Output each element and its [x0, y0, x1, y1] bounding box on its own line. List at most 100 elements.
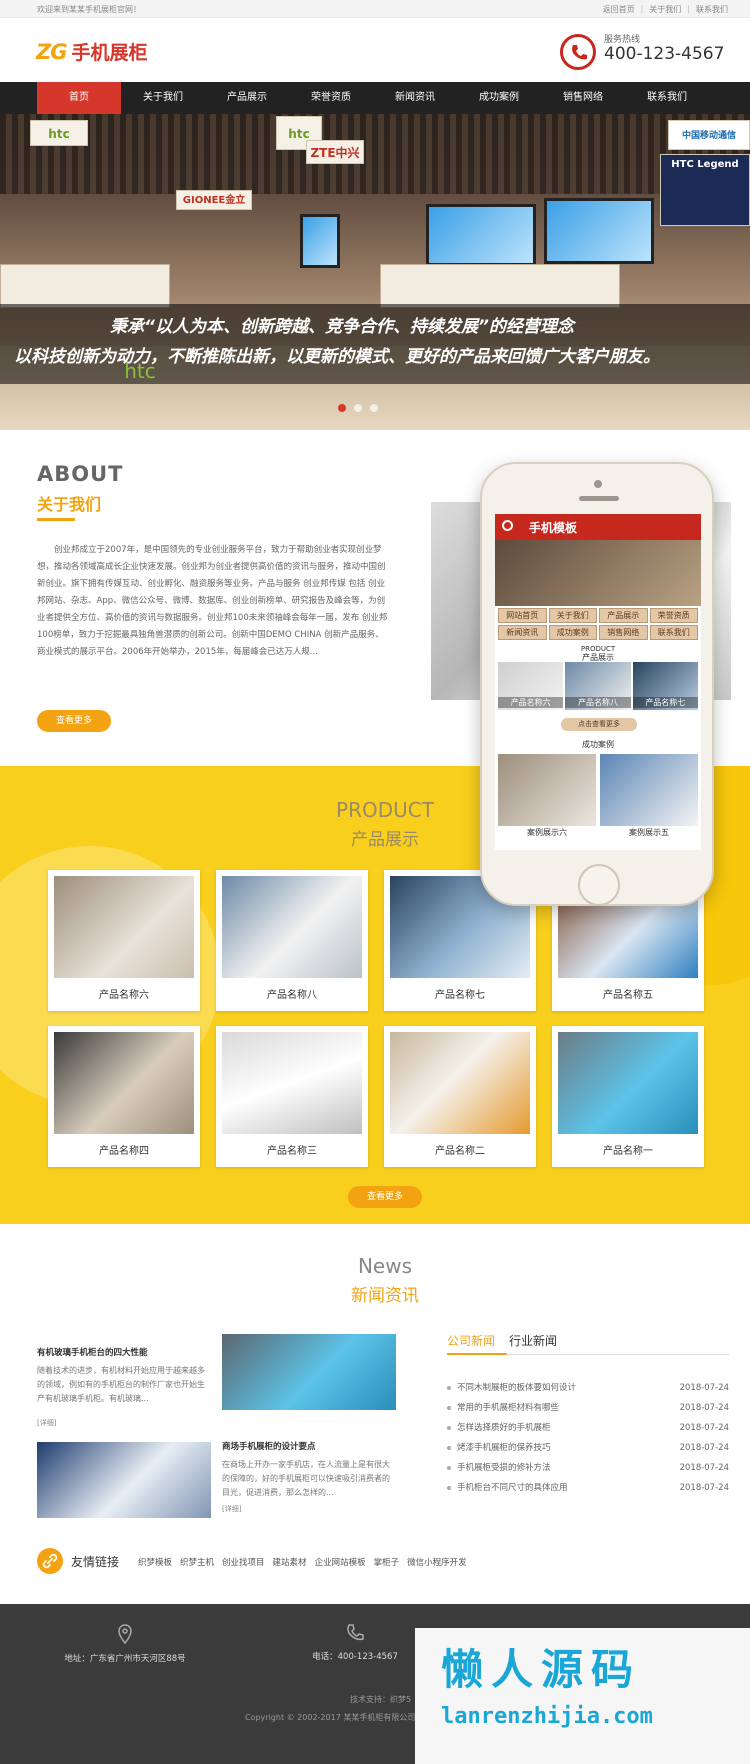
mobile-product-name: 产品名称七: [632, 697, 698, 708]
main-nav: 首页 关于我们 产品展示 荣誉资质 新闻资讯 成功案例 销售网络 联系我们: [0, 82, 750, 114]
mobile-product[interactable]: 产品名称八: [565, 662, 631, 710]
top-link-about[interactable]: 关于我们: [649, 4, 681, 15]
mobile-nav-item[interactable]: 成功案例: [548, 625, 597, 640]
link-icon: [37, 1548, 63, 1574]
logo-mark: ZG: [36, 39, 67, 64]
nav-item-about[interactable]: 关于我们: [121, 82, 205, 114]
product-name: 产品名称五: [603, 990, 653, 1001]
about-title-en: ABOUT: [37, 462, 124, 486]
news-item-title: 不同木制展柜的板体要如何设计: [457, 1383, 577, 1393]
mobile-case[interactable]: 案例展示六: [498, 754, 596, 837]
product-card[interactable]: 产品名称一: [552, 1026, 704, 1167]
nav-item-sales[interactable]: 销售网络: [541, 82, 625, 114]
product-card[interactable]: 产品名称六: [48, 870, 200, 1011]
friend-link[interactable]: 建站素材: [273, 1556, 307, 1568]
tab-industry-news[interactable]: 行业新闻: [509, 1332, 557, 1349]
nav-item-contact[interactable]: 联系我们: [625, 82, 709, 114]
news-image[interactable]: [222, 1334, 396, 1410]
friend-link[interactable]: 企业网站模板: [315, 1556, 366, 1568]
product-image: [54, 876, 194, 978]
nav-item-cases[interactable]: 成功案例: [457, 82, 541, 114]
mobile-nav-item[interactable]: 销售网络: [599, 625, 648, 640]
address-text: 地址：广东省广州市天河区88号: [64, 1654, 186, 1664]
friend-link[interactable]: 织梦模板: [138, 1556, 172, 1568]
news-list-item[interactable]: 手机柜台不同尺寸的具体应用 2018-07-24: [447, 1478, 729, 1498]
product-name: 产品名称一: [603, 1146, 653, 1157]
news-list-item[interactable]: 烤漆手机展柜的保养技巧 2018-07-24: [447, 1438, 729, 1458]
slide-dot[interactable]: [354, 404, 362, 412]
mobile-nav-item[interactable]: 网站首页: [498, 608, 547, 623]
news-summary: 在商场上开办一家手机店，在人流量上是有很大的保障的，好的手机展柜可以快速吸引消费…: [222, 1460, 390, 1497]
news-headline[interactable]: 有机玻璃手机柜台的四大性能: [37, 1346, 148, 1358]
divider: |: [687, 4, 690, 13]
news-list-item[interactable]: 常用的手机展柜材料有哪些 2018-07-24: [447, 1398, 729, 1418]
mobile-nav-item[interactable]: 新闻资讯: [498, 625, 547, 640]
nav-item-honors[interactable]: 荣誉资质: [289, 82, 373, 114]
news-title-cn: 新闻资讯: [351, 1286, 419, 1306]
top-link-contact[interactable]: 联系我们: [696, 4, 728, 15]
hotline-number: 400-123-4567: [604, 44, 725, 64]
phone-text: 电话：400-123-4567: [312, 1652, 398, 1662]
page: 欢迎来到某某手机展柜官网！ 返回首页 | 关于我们 | 联系我们 ZG 手机展柜…: [0, 0, 750, 1764]
mobile-product[interactable]: 产品名称七: [632, 662, 698, 710]
banner-sign: ZTE中兴: [306, 140, 364, 164]
news-list-item[interactable]: 手机展柜受损的修补方法 2018-07-24: [447, 1458, 729, 1478]
display-screen: [544, 198, 654, 264]
mobile-more-button[interactable]: 点击查看更多: [561, 718, 637, 731]
friend-link[interactable]: 微信小程序开发: [407, 1556, 467, 1568]
slide-dot[interactable]: [338, 404, 346, 412]
nav-item-home[interactable]: 首页: [37, 82, 121, 114]
news-detail-link[interactable]: [详细]: [37, 1418, 56, 1428]
mobile-nav-item[interactable]: 关于我们: [548, 608, 597, 623]
hero-banner[interactable]: htc htc ZTE中兴 GIONEE金立 HTC Legend 中国移动通信…: [0, 114, 750, 430]
display-screen: [426, 204, 536, 266]
news-summary: 随着技术的进步，有机材料开始应用于越来越多的领域，例如有的手机柜台的制作厂家也开…: [37, 1366, 205, 1403]
news-section: News 新闻资讯 有机玻璃手机柜台的四大性能 随着技术的进步，有机材料开始应用…: [0, 1224, 750, 1518]
tab-underline: [447, 1353, 729, 1355]
search-icon[interactable]: [502, 520, 513, 531]
friend-link[interactable]: 创业找项目: [222, 1556, 265, 1568]
mobile-nav-item[interactable]: 联系我们: [649, 625, 698, 640]
news-list-item[interactable]: 不同木制展柜的板体要如何设计 2018-07-24: [447, 1378, 729, 1398]
footer-phone: 电话：400-123-4567: [290, 1624, 420, 1662]
nav-item-products[interactable]: 产品展示: [205, 82, 289, 114]
mobile-case-name: 案例展示五: [629, 828, 669, 837]
mobile-case[interactable]: 案例展示五: [600, 754, 698, 837]
phone-icon: [347, 1624, 364, 1641]
mobile-preview: 手机模板 网站首页 关于我们 产品展示 荣誉资质 新闻资讯 成功案例 销售网络 …: [480, 462, 714, 906]
news-item-date: 2018-07-24: [679, 1383, 729, 1393]
banner-ceiling: [0, 114, 750, 194]
tab-company-news[interactable]: 公司新闻: [447, 1332, 495, 1349]
product-name: 产品名称七: [435, 990, 485, 1001]
mobile-nav-item[interactable]: 产品展示: [599, 608, 648, 623]
product-card[interactable]: 产品名称八: [216, 870, 368, 1011]
friend-link[interactable]: 织梦主机: [180, 1556, 214, 1568]
news-item-date: 2018-07-24: [679, 1483, 729, 1493]
news-headline[interactable]: 商场手机展柜的设计要点: [222, 1440, 316, 1452]
news-detail-link[interactable]: [详细]: [222, 1504, 241, 1514]
product-card[interactable]: 产品名称四: [48, 1026, 200, 1167]
product-card[interactable]: 产品名称三: [216, 1026, 368, 1167]
news-list-item[interactable]: 怎样选择质好的手机展柜 2018-07-24: [447, 1418, 729, 1438]
mobile-nav-item[interactable]: 荣誉资质: [649, 608, 698, 623]
mobile-product-name: 产品名称六: [498, 697, 564, 708]
friend-link[interactable]: 掌柜子: [374, 1556, 400, 1568]
news-item-title: 常用的手机展柜材料有哪些: [457, 1403, 560, 1413]
banner-sign: htc: [30, 120, 88, 146]
about-more-button[interactable]: 查看更多: [37, 710, 111, 732]
site-logo[interactable]: ZG 手机展柜: [36, 38, 147, 65]
top-link-home[interactable]: 返回首页: [603, 4, 635, 15]
about-title-cn: 关于我们: [37, 495, 102, 514]
product-image: [558, 1032, 698, 1134]
nav-item-news[interactable]: 新闻资讯: [373, 82, 457, 114]
slide-dot[interactable]: [370, 404, 378, 412]
news-item-title: 怎样选择质好的手机展柜: [457, 1423, 551, 1433]
mobile-title: 手机模板: [529, 521, 578, 535]
product-image: [390, 1032, 530, 1134]
product-card[interactable]: 产品名称二: [384, 1026, 536, 1167]
mobile-product[interactable]: 产品名称六: [498, 662, 564, 710]
news-image[interactable]: [37, 1442, 211, 1518]
news-title-en: News: [357, 1254, 413, 1278]
news-tabs: 公司新闻 行业新闻: [447, 1332, 557, 1349]
product-more-button[interactable]: 查看更多: [348, 1186, 422, 1208]
